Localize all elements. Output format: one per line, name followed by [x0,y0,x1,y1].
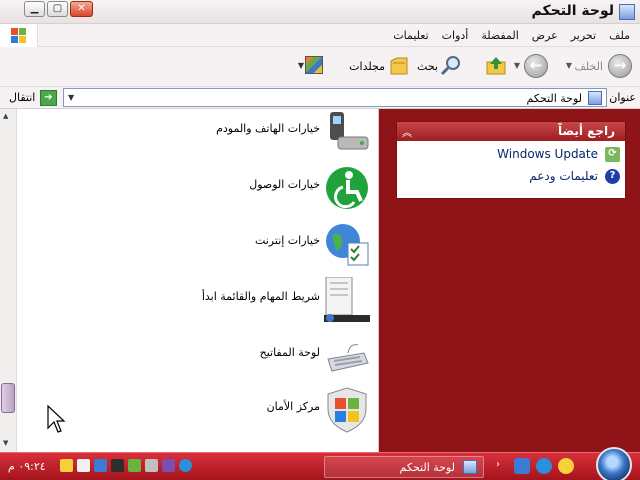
cp-item-label: لوحة المفاتيح [259,346,320,359]
menu-bar: ملف تحرير عرض المفضلة أدوات تعليمات [0,24,640,47]
back-button[interactable]: → [608,54,632,78]
menu-file[interactable]: ملف [609,29,630,42]
cp-item-label: شريط المهام والقائمة ابدأ [201,290,320,303]
internet-explorer-icon[interactable] [536,458,552,474]
quick-launch [514,458,574,474]
folders-label[interactable]: مجلدات [349,60,385,73]
start-button[interactable] [596,447,632,480]
go-button[interactable]: انتقال [9,91,35,104]
scroll-thumb[interactable] [1,383,15,413]
cp-item-label: خيارات إنترنت [254,234,320,247]
tray-app-icon[interactable] [111,459,124,472]
link-label[interactable]: Windows Update [497,147,598,161]
search-label[interactable]: بحث [417,60,438,73]
close-button[interactable]: ✕ [70,1,93,17]
mouse-cursor-icon [46,404,66,434]
security-center-icon [324,387,370,433]
internet-options-icon [324,221,370,267]
see-also-title: راجع أيضاً [558,124,615,138]
up-folder-icon[interactable] [485,55,507,77]
tray-app-icon[interactable] [77,459,90,472]
accessibility-icon [324,165,370,211]
back-dropdown-icon[interactable]: ▼ [566,61,572,70]
tray-app-icon[interactable] [179,459,192,472]
cp-item-label: خيارات الهاتف والمودم [216,122,320,135]
cp-item-accessibility[interactable]: خيارات الوصول [18,165,373,215]
see-also-panel: راجع أيضاً ︽ ⟳ Windows Update ? تعليمات … [396,121,626,199]
address-field[interactable]: لوحة التحكم ▼ [63,88,607,107]
go-arrow-icon[interactable]: ➔ [40,90,57,106]
window-title: لوحة التحكم [531,3,614,19]
link-windows-update[interactable]: ⟳ Windows Update [397,146,625,164]
link-help-support[interactable]: ? تعليمات ودعم [397,168,625,186]
messenger-icon[interactable] [558,458,574,474]
search-icon[interactable] [440,54,462,76]
cp-item-security-center[interactable]: مركز الأمان [18,387,373,437]
address-bar: عنوان لوحة التحكم ▼ ➔ انتقال [0,87,640,109]
task-label: لوحة التحكم [399,461,455,474]
menu-help[interactable]: تعليمات [393,29,428,42]
help-icon: ? [605,169,620,184]
folders-icon[interactable] [389,55,409,77]
menu-view[interactable]: عرض [532,29,558,42]
toolbar: → الخلف ▼ ← ▼ بحث مجلدات ▼ [0,47,640,87]
minimize-button[interactable]: ▁ [24,1,45,17]
control-panel-icon [588,91,602,105]
maximize-button[interactable]: ▢ [47,1,68,17]
task-pane: راجع أيضاً ︽ ⟳ Windows Update ? تعليمات … [379,109,640,452]
control-panel-items: ▲ ▼ خيارات الهاتف والمودم خيارات الوصول [0,109,379,452]
cp-item-phone-modem[interactable]: خيارات الهاتف والمودم [18,109,373,159]
tray-icons [60,459,192,472]
tray-app-icon[interactable] [162,459,175,472]
cp-item-keyboard[interactable]: لوحة المفاتيح [18,333,373,383]
back-label: الخلف [574,60,603,73]
views-dropdown-icon[interactable]: ▼ [298,61,304,70]
cp-item-label: مركز الأمان [266,400,320,413]
cp-item-internet-options[interactable]: خيارات إنترنت [18,221,373,271]
keyboard-icon [324,333,370,379]
collapse-icon[interactable]: ︽ [402,124,412,139]
views-icon[interactable] [305,56,323,74]
menu-items: ملف تحرير عرض المفضلة أدوات تعليمات [393,29,630,42]
forward-button[interactable]: ← [524,54,548,78]
cp-item-label: خيارات الوصول [249,178,320,191]
clock[interactable]: ٠٩:٢٤ م [8,460,46,473]
taskbar-window-button[interactable]: لوحة التحكم [324,456,484,478]
control-panel-icon [619,4,635,20]
link-label[interactable]: تعليمات ودعم [529,169,598,183]
scroll-down-icon[interactable]: ▼ [3,439,8,447]
quick-launch-expand-icon[interactable]: › [496,459,500,470]
menu-tools[interactable]: أدوات [442,29,469,42]
address-label: عنوان [609,91,636,104]
menu-edit[interactable]: تحرير [571,29,596,42]
scroll-up-icon[interactable]: ▲ [3,112,8,120]
address-dropdown-icon[interactable]: ▼ [68,93,74,102]
title-bar: لوحة التحكم ▁ ▢ ✕ [0,0,640,24]
tray-app-icon[interactable] [60,459,73,472]
control-panel-icon [463,460,477,474]
tray-app-icon[interactable] [94,459,107,472]
windows-logo-icon [0,24,38,47]
phone-modem-icon [324,109,370,155]
show-desktop-icon[interactable] [514,458,530,474]
vertical-scrollbar[interactable]: ▲ ▼ [0,109,17,452]
menu-favorites[interactable]: المفضلة [481,29,518,42]
address-value: لوحة التحكم [526,92,582,105]
see-also-header[interactable]: راجع أيضاً ︽ [397,122,625,141]
tray-app-icon[interactable] [145,459,158,472]
tray-app-icon[interactable] [128,459,141,472]
system-tray: ٠٩:٢٤ م [0,453,220,480]
taskbar: › لوحة التحكم ٠٩:٢٤ م [0,447,640,480]
cp-item-taskbar-start-menu[interactable]: شريط المهام والقائمة ابدأ [18,276,373,327]
forward-dropdown-icon[interactable]: ▼ [514,61,520,70]
taskbar-start-menu-icon [324,276,370,323]
windows-update-icon: ⟳ [605,147,620,162]
